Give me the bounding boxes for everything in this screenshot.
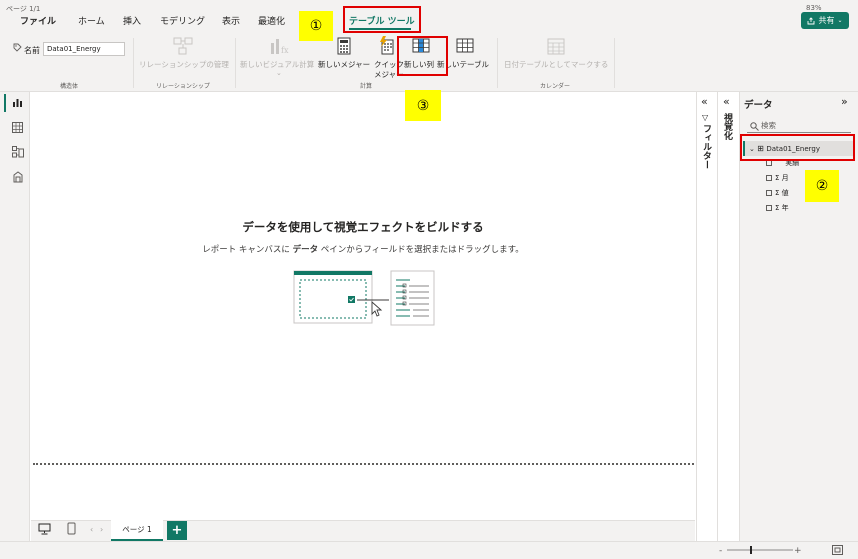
table-view-icon[interactable]: [12, 122, 23, 133]
quick-measure-icon: [380, 36, 394, 55]
prev-page-icon[interactable]: ‹: [90, 525, 93, 534]
tab-file[interactable]: ファイル: [20, 14, 56, 27]
divider: [133, 38, 134, 88]
view-switcher-rail: [0, 92, 30, 541]
visualizations-pane-label: 視覚化: [722, 113, 732, 140]
expand-visualizations-icon[interactable]: «: [723, 95, 730, 108]
divider: [614, 38, 615, 88]
new-measure-button[interactable]: 新しいメジャー: [318, 59, 370, 70]
empty-canvas-subtitle-start: レポート キャンバスに: [202, 245, 293, 255]
ribbon-tab-bar: ファイル ホーム 挿入 モデリング 表示 最適化 テーブル ツール 共有 ⌄: [0, 0, 858, 34]
empty-canvas-title: データを使用して視覚エフェクトをビルドする: [242, 220, 484, 234]
empty-canvas-subtitle-end: ペインからフィールドを選択またはドラッグします。: [318, 245, 524, 255]
model-view-icon[interactable]: [12, 146, 24, 158]
fit-to-page-icon[interactable]: [832, 545, 843, 555]
annotation-marker-1: ①: [299, 11, 333, 41]
filter-pane-label: フィルター: [701, 124, 711, 169]
drag-fields-illustration: [293, 270, 435, 326]
calendar-table-icon: [547, 38, 565, 55]
annotation-highlight-data-table: [740, 134, 855, 161]
desktop-layout-icon[interactable]: [38, 523, 51, 535]
tab-home[interactable]: ホーム: [78, 14, 105, 27]
field-item[interactable]: Σ 値: [766, 188, 789, 198]
next-page-icon[interactable]: ›: [100, 525, 103, 534]
field-name: 月: [781, 174, 789, 182]
tab-view[interactable]: 表示: [222, 14, 240, 27]
field-item[interactable]: Σ 年: [766, 203, 789, 213]
dax-query-view-icon[interactable]: [12, 171, 24, 183]
svg-text:-: -: [719, 546, 722, 555]
divider: [497, 38, 498, 88]
search-input[interactable]: 検索: [747, 120, 851, 133]
mobile-layout-icon[interactable]: [67, 522, 76, 535]
sigma-icon: Σ: [775, 204, 780, 212]
annotation-highlight-new-column: [397, 36, 448, 76]
svg-text:+: +: [794, 546, 801, 555]
manage-relationships-button[interactable]: リレーションシップの管理: [139, 59, 229, 70]
page-indicator: ページ 1/1: [6, 5, 41, 13]
report-view-icon[interactable]: [12, 97, 23, 108]
add-page-button[interactable]: +: [167, 521, 187, 540]
chevron-down-icon: ⌄: [276, 69, 282, 77]
field-checkbox[interactable]: [766, 205, 772, 211]
manage-relationships-icon: [173, 37, 193, 55]
field-item[interactable]: Σ 月: [766, 173, 789, 183]
annotation-marker-3: ③: [405, 90, 441, 121]
tag-icon: [13, 43, 22, 52]
share-label: 共有: [818, 16, 835, 25]
share-icon: [808, 16, 815, 24]
group-label-structure: 構造体: [60, 83, 79, 90]
page-tab[interactable]: ページ 1: [111, 520, 163, 541]
zoom-level: 83%: [806, 4, 822, 12]
zoom-slider[interactable]: - +: [719, 545, 801, 555]
empty-canvas-subtitle: レポート キャンバスに データ ペインからフィールドを選択またはドラッグします。: [31, 243, 695, 255]
data-pane-title: データ: [744, 100, 773, 111]
field-checkbox[interactable]: [766, 175, 772, 181]
group-label-calculations: 計算: [360, 83, 373, 90]
filter-icon: ▽: [702, 113, 709, 122]
sigma-icon: Σ: [775, 174, 780, 182]
table-name-input[interactable]: Data01_Energy: [43, 42, 125, 56]
name-label: 名前: [24, 46, 40, 55]
tab-optimize[interactable]: 最適化: [258, 14, 285, 27]
active-view-indicator: [4, 94, 6, 112]
expand-filters-icon[interactable]: «: [701, 95, 708, 108]
collapse-data-pane-icon[interactable]: »: [841, 95, 848, 108]
divider: [235, 38, 236, 88]
calculator-icon: [337, 37, 351, 55]
field-name: 年: [781, 204, 789, 212]
new-table-icon: [456, 38, 474, 53]
annotation-marker-2: ②: [805, 170, 839, 202]
field-checkbox[interactable]: [766, 190, 772, 196]
sigma-icon: Σ: [775, 189, 780, 197]
tab-modeling[interactable]: モデリング: [160, 14, 205, 27]
powerbi-window: ファイル ホーム 挿入 モデリング 表示 最適化 テーブル ツール 共有 ⌄ 名…: [0, 0, 858, 559]
group-label-calendar: カレンダー: [540, 83, 571, 90]
share-button[interactable]: 共有 ⌄: [801, 12, 849, 29]
annotation-highlight-table-tools: [343, 6, 421, 33]
group-label-relationships: リレーションシップ: [156, 83, 210, 90]
svg-text:fx: fx: [281, 46, 289, 55]
mark-as-date-table-button[interactable]: 日付テーブルとしてマークする: [504, 59, 608, 70]
field-name: 値: [781, 189, 789, 197]
empty-canvas-subtitle-bold: データ: [292, 245, 319, 255]
chevron-down-icon: ⌄: [837, 17, 843, 24]
page-boundary-line: [33, 463, 694, 465]
visual-calculation-icon: fx: [271, 39, 289, 55]
visualizations-pane[interactable]: [717, 92, 739, 541]
tab-insert[interactable]: 挿入: [123, 14, 141, 27]
